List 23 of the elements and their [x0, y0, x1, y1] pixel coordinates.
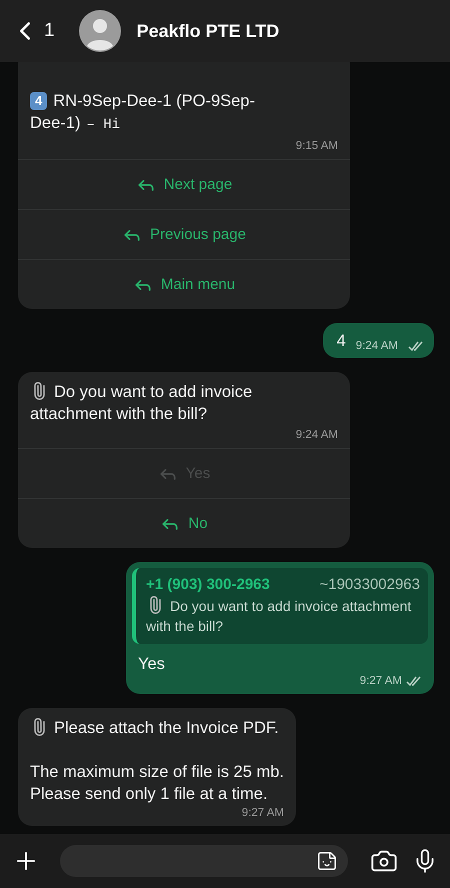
reply-button[interactable]: No [18, 498, 350, 548]
number-badge: 4 [30, 92, 48, 110]
message-time: 9:24 AM [296, 429, 338, 441]
message-text: Yes [138, 654, 166, 675]
message-text: 4 RN-9Sep-Dee-1 (PO-9Sep-Dee-1) – Hi [30, 91, 256, 135]
avatar-icon [78, 10, 121, 52]
reply-button[interactable]: Next page [18, 159, 350, 209]
message-time: 9:27 AM [360, 675, 402, 687]
message-time: 9:24 AM [356, 340, 398, 352]
quote-text: Do you want to add invoice attachment with the bill? [146, 596, 420, 636]
back-button[interactable]: 1 [10, 16, 55, 46]
message-input[interactable] [60, 845, 348, 877]
chat-title: Peakflo PTE LTD [136, 20, 280, 42]
reply-button[interactable]: Previous page [18, 209, 350, 259]
message-time: 9:15 AM [296, 140, 338, 152]
message-text: Please attach the Invoice PDF. The maximum size of file is 25 mb. Please send only 1 file at a time. [30, 717, 284, 805]
message-text: Do you want to add invoice attachment with the bill? [30, 381, 338, 425]
reply-button[interactable]: Main menu [18, 259, 350, 309]
quote-author: +1 (903) 300-2963 [146, 576, 270, 593]
message-time: 9:27 AM [242, 807, 284, 819]
message-text: 4 [336, 331, 346, 352]
sticker-button[interactable] [316, 850, 338, 872]
quote-number: ~19033002963 [319, 576, 420, 593]
